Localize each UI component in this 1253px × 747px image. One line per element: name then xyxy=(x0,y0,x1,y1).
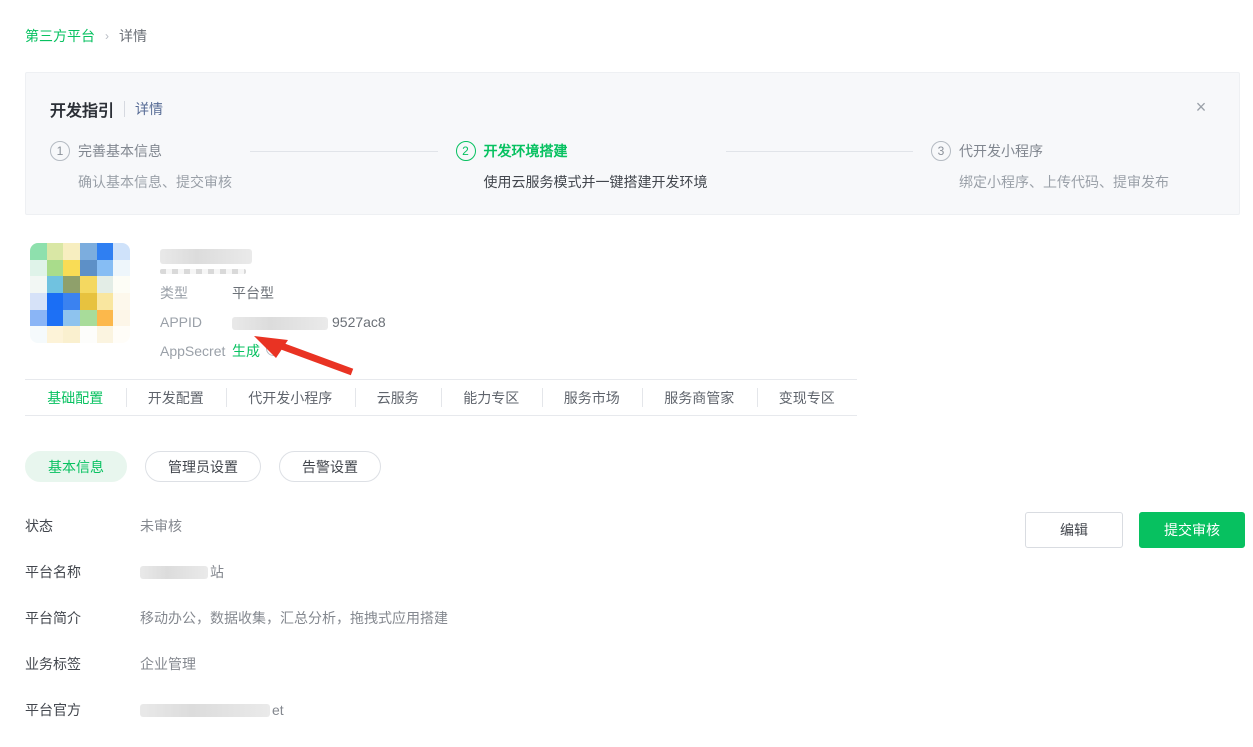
step-1-number: 1 xyxy=(50,141,70,161)
redacted-appid-prefix xyxy=(232,317,328,330)
step-connector xyxy=(250,151,438,152)
business-tag-row: 业务标签 企业管理 xyxy=(25,652,1240,676)
platform-intro-row: 平台简介 移动办公，数据收集，汇总分析，拖拽式应用搭建 xyxy=(25,606,1240,630)
status-value: 未审核 xyxy=(140,516,182,536)
pill-admin-settings[interactable]: 管理员设置 xyxy=(145,451,261,482)
tab-provider-manager[interactable]: 服务商管家 xyxy=(642,380,757,415)
dev-guide-card: 开发指引 详情 × 1 完善基本信息 确认基本信息、提交审核 2 开发环境搭建 … xyxy=(25,72,1240,215)
tab-cloud-service[interactable]: 云服务 xyxy=(355,380,442,415)
business-tag-value: 企业管理 xyxy=(140,654,196,674)
profile-appsecret-row: AppSecret 生成 ? xyxy=(160,341,386,361)
step-mini-program: 3 代开发小程序 绑定小程序、上传代码、提审发布 xyxy=(931,141,1169,192)
dev-guide-title: 开发指引 xyxy=(50,97,114,121)
pill-basic-info[interactable]: 基本信息 xyxy=(25,451,127,482)
main-tabbar: 基础配置 开发配置 代开发小程序 云服务 能力专区 服务市场 服务商管家 变现专… xyxy=(25,379,857,416)
type-value: 平台型 xyxy=(232,283,274,303)
profile-type-row: 类型 平台型 xyxy=(160,283,386,303)
redacted-text-smudge xyxy=(160,269,246,274)
platform-profile: 类型 平台型 APPID 9527ac8 AppSecret 生成 ? xyxy=(30,243,386,361)
platform-name-row: 平台名称 站 xyxy=(25,560,1240,584)
status-label: 状态 xyxy=(25,516,140,536)
tab-capability-zone[interactable]: 能力专区 xyxy=(441,380,542,415)
step-1-title: 完善基本信息 xyxy=(78,141,232,161)
step-2-desc: 使用云服务模式并一键搭建开发环境 xyxy=(484,172,708,192)
pill-alert-settings[interactable]: 告警设置 xyxy=(279,451,381,482)
platform-official-label: 平台官方 xyxy=(25,700,140,720)
type-label: 类型 xyxy=(160,283,232,303)
redacted-name-prefix xyxy=(140,566,208,579)
breadcrumb-separator-icon: › xyxy=(105,29,109,43)
step-basic-info: 1 完善基本信息 确认基本信息、提交审核 xyxy=(50,141,232,192)
appid-value: 9527ac8 xyxy=(232,312,386,332)
appsecret-label: AppSecret xyxy=(160,341,232,361)
redacted-platform-name xyxy=(160,249,252,264)
step-dev-environment: 2 开发环境搭建 使用云服务模式并一键搭建开发环境 xyxy=(456,141,708,192)
step-3-number: 3 xyxy=(931,141,951,161)
step-3-desc: 绑定小程序、上传代码、提审发布 xyxy=(959,172,1169,192)
tab-service-market[interactable]: 服务市场 xyxy=(542,380,643,415)
sub-tabbar: 基本信息 管理员设置 告警设置 xyxy=(25,451,381,482)
generate-appsecret-link[interactable]: 生成 xyxy=(232,341,260,361)
appid-label: APPID xyxy=(160,312,232,332)
platform-official-row: 平台官方 et xyxy=(25,698,1240,722)
platform-intro-value: 移动办公，数据收集，汇总分析，拖拽式应用搭建 xyxy=(140,608,448,628)
business-tag-label: 业务标签 xyxy=(25,654,140,674)
breadcrumb-parent-link[interactable]: 第三方平台 xyxy=(25,26,95,46)
help-icon[interactable]: ? xyxy=(266,341,281,356)
breadcrumb-current: 详情 xyxy=(119,26,147,46)
step-1-desc: 确认基本信息、提交审核 xyxy=(78,172,232,192)
appid-suffix: 9527ac8 xyxy=(332,314,386,330)
step-connector xyxy=(726,151,914,152)
page: 第三方平台 › 详情 开发指引 详情 × 1 完善基本信息 确认基本信息、提交审… xyxy=(0,0,1253,747)
platform-name-label: 平台名称 xyxy=(25,562,140,582)
redacted-url-prefix xyxy=(140,704,270,717)
basic-info-form: 状态 未审核 平台名称 站 平台简介 移动办公，数据收集，汇总分析，拖拽式应用搭… xyxy=(25,514,1240,744)
tab-delegated-miniprogram[interactable]: 代开发小程序 xyxy=(226,380,355,415)
platform-official-value: et xyxy=(140,702,284,718)
dev-guide-header: 开发指引 详情 xyxy=(26,73,1239,121)
step-2-number: 2 xyxy=(456,141,476,161)
avatar xyxy=(30,243,130,343)
dev-guide-detail-link[interactable]: 详情 xyxy=(135,99,163,119)
step-2-title: 开发环境搭建 xyxy=(484,141,708,161)
status-row: 状态 未审核 xyxy=(25,514,1240,538)
profile-info: 类型 平台型 APPID 9527ac8 AppSecret 生成 ? xyxy=(160,243,386,361)
guide-steps: 1 完善基本信息 确认基本信息、提交审核 2 开发环境搭建 使用云服务模式并一键… xyxy=(26,121,1239,192)
step-3-title: 代开发小程序 xyxy=(959,141,1169,161)
platform-official-suffix: et xyxy=(272,702,284,718)
platform-intro-label: 平台简介 xyxy=(25,608,140,628)
platform-name-suffix: 站 xyxy=(210,562,224,582)
tab-monetization-zone[interactable]: 变现专区 xyxy=(757,380,858,415)
divider xyxy=(124,101,125,117)
close-icon[interactable]: × xyxy=(1191,97,1211,117)
platform-name-value: 站 xyxy=(140,562,224,582)
profile-appid-row: APPID 9527ac8 xyxy=(160,312,386,332)
tab-dev-config[interactable]: 开发配置 xyxy=(126,380,227,415)
breadcrumb: 第三方平台 › 详情 xyxy=(25,26,147,46)
tab-basic-config[interactable]: 基础配置 xyxy=(25,380,126,415)
